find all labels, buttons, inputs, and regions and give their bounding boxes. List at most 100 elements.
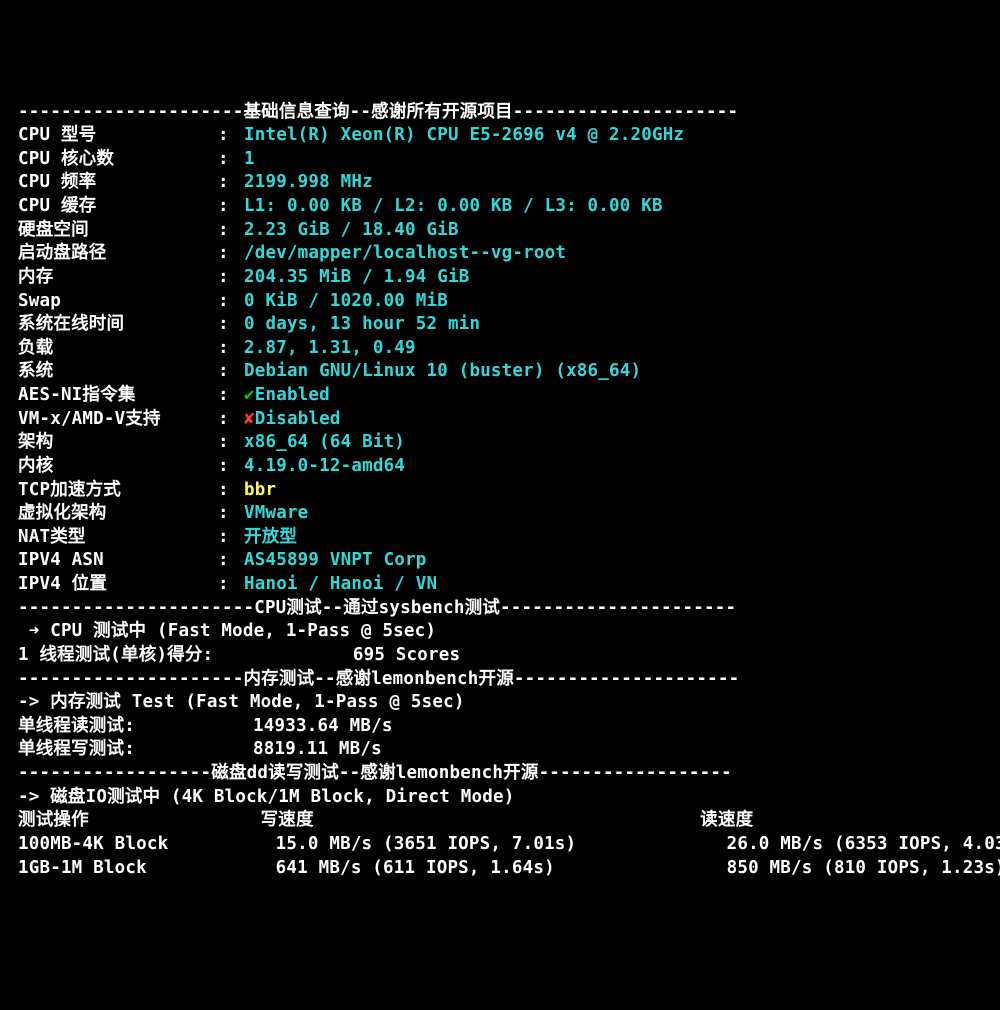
label: 内核 [18, 455, 218, 479]
value: /dev/mapper/localhost--vg-root [244, 243, 566, 263]
value: Disabled [255, 409, 341, 429]
value: x86_64 (64 Bit) [244, 432, 405, 452]
colon: : [218, 549, 244, 573]
mem-read-label: 单线程读测试: [18, 716, 253, 736]
colon: : [218, 195, 244, 219]
section-basic-info: ---------------------基础信息查询--感谢所有开源项目---… [18, 101, 982, 125]
label: 硬盘空间 [18, 219, 218, 243]
disk-read: 850 MB/s (810 IOPS, 1.23s) [727, 858, 1000, 878]
disk-data-row: 100MB-4K Block 15.0 MB/s (3651 IOPS, 7.0… [18, 833, 982, 857]
disk-read: 26.0 MB/s (6353 IOPS, 4.03s) [727, 834, 1000, 854]
colon: : [218, 360, 244, 384]
value: 开放型 [244, 527, 297, 547]
vmx-row: VM-x/AMD-V支持:✘Disabled [18, 408, 982, 432]
value: 204.35 MiB / 1.94 GiB [244, 267, 469, 287]
dash-right: ---------------------- [500, 598, 736, 618]
value: 2199.998 MHz [244, 172, 373, 192]
mem-write-value: 8819.11 MB/s [253, 739, 382, 759]
memory-test-heading: -> 内存测试 Test (Fast Mode, 1-Pass @ 5sec) [18, 691, 982, 715]
colon: : [218, 171, 244, 195]
cpu-score-row: 1 线程测试(单核)得分: 695 Scores [18, 644, 982, 668]
basic-info-row: IPV4 ASN:AS45899 VNPT Corp [18, 549, 982, 573]
basic-info-row: NAT类型:开放型 [18, 526, 982, 550]
section-title: CPU测试--通过sysbench测试 [254, 598, 500, 618]
aes-ni-row: AES-NI指令集:✔Enabled [18, 384, 982, 408]
label: TCP加速方式 [18, 479, 218, 503]
cross-icon: ✘ [244, 409, 255, 429]
colon: : [218, 408, 244, 432]
basic-info-row: 系统在线时间:0 days, 13 hour 52 min [18, 313, 982, 337]
basic-info-row: TCP加速方式:bbr [18, 479, 982, 503]
label: 系统在线时间 [18, 313, 218, 337]
label: IPV4 ASN [18, 549, 218, 573]
label: AES-NI指令集 [18, 384, 218, 408]
dash-left: --------------------- [18, 669, 243, 689]
colon: : [218, 502, 244, 526]
colon: : [218, 573, 244, 597]
mem-write-row: 单线程写测试: 8819.11 MB/s [18, 738, 982, 762]
cpu-test-heading: ➜ CPU 测试中 (Fast Mode, 1-Pass @ 5sec) [18, 620, 982, 644]
colon: : [218, 479, 244, 503]
basic-info-row: CPU 型号:Intel(R) Xeon(R) CPU E5-2696 v4 @… [18, 124, 982, 148]
colon: : [218, 337, 244, 361]
basic-info-row: 虚拟化架构:VMware [18, 502, 982, 526]
label: 架构 [18, 431, 218, 455]
disk-header-row: 测试操作 写速度 读速度 [18, 809, 982, 833]
label: CPU 频率 [18, 171, 218, 195]
label: 系统 [18, 360, 218, 384]
section-title: 磁盘dd读写测试--感谢lemonbench开源 [211, 763, 538, 783]
label: CPU 型号 [18, 124, 218, 148]
label: CPU 核心数 [18, 148, 218, 172]
disk-test-heading: -> 磁盘IO测试中 (4K Block/1M Block, Direct Mo… [18, 786, 982, 810]
mem-write-label: 单线程写测试: [18, 739, 253, 759]
colon: : [218, 384, 244, 408]
section-memory-test: ---------------------内存测试--感谢lemonbench开… [18, 668, 982, 692]
section-title: 基础信息查询--感谢所有开源项目 [243, 102, 512, 122]
value: L1: 0.00 KB / L2: 0.00 KB / L3: 0.00 KB [244, 196, 663, 216]
value: 1 [244, 149, 255, 169]
label: IPV4 位置 [18, 573, 218, 597]
label: Swap [18, 290, 218, 314]
terminal-output: ---------------------基础信息查询--感谢所有开源项目---… [18, 101, 982, 881]
basic-info-row: CPU 频率:2199.998 MHz [18, 171, 982, 195]
colon: : [218, 242, 244, 266]
colon: : [218, 455, 244, 479]
basic-info-row: 硬盘空间:2.23 GiB / 18.40 GiB [18, 219, 982, 243]
label: VM-x/AMD-V支持 [18, 408, 218, 432]
value: Intel(R) Xeon(R) CPU E5-2696 v4 @ 2.20GH… [244, 125, 684, 145]
check-icon: ✔ [244, 385, 255, 405]
value: 2.23 GiB / 18.40 GiB [244, 220, 459, 240]
value: Hanoi / Hanoi / VN [244, 574, 437, 594]
basic-info-row: CPU 缓存:L1: 0.00 KB / L2: 0.00 KB / L3: 0… [18, 195, 982, 219]
value: 0 days, 13 hour 52 min [244, 314, 480, 334]
basic-info-row: Swap:0 KiB / 1020.00 MiB [18, 290, 982, 314]
basic-info-row: CPU 核心数:1 [18, 148, 982, 172]
label: 内存 [18, 266, 218, 290]
disk-col-write: 写速度 [261, 810, 701, 830]
basic-info-row: 内核:4.19.0-12-amd64 [18, 455, 982, 479]
colon: : [218, 431, 244, 455]
colon: : [218, 313, 244, 337]
disk-write: 15.0 MB/s (3651 IOPS, 7.01s) [276, 834, 727, 854]
colon: : [218, 266, 244, 290]
value: 4.19.0-12-amd64 [244, 456, 405, 476]
dash-right: --------------------- [513, 102, 738, 122]
section-title: 内存测试--感谢lemonbench开源 [243, 669, 513, 689]
colon: : [218, 148, 244, 172]
value: AS45899 VNPT Corp [244, 550, 427, 570]
dash-left: ---------------------- [18, 598, 254, 618]
value: bbr [244, 480, 276, 500]
value: 2.87, 1.31, 0.49 [244, 338, 416, 358]
value: 0 KiB / 1020.00 MiB [244, 291, 448, 311]
basic-info-row: 内存:204.35 MiB / 1.94 GiB [18, 266, 982, 290]
label: 负载 [18, 337, 218, 361]
colon: : [218, 526, 244, 550]
mem-read-row: 单线程读测试: 14933.64 MB/s [18, 715, 982, 739]
cpu-score-value: 695 Scores [353, 645, 460, 665]
section-disk-test: ------------------磁盘dd读写测试--感谢lemonbench… [18, 762, 982, 786]
value: VMware [244, 503, 308, 523]
basic-info-row: 系统:Debian GNU/Linux 10 (buster) (x86_64) [18, 360, 982, 384]
disk-op: 100MB-4K Block [18, 834, 276, 854]
dash-right: ------------------ [539, 763, 732, 783]
label: CPU 缓存 [18, 195, 218, 219]
